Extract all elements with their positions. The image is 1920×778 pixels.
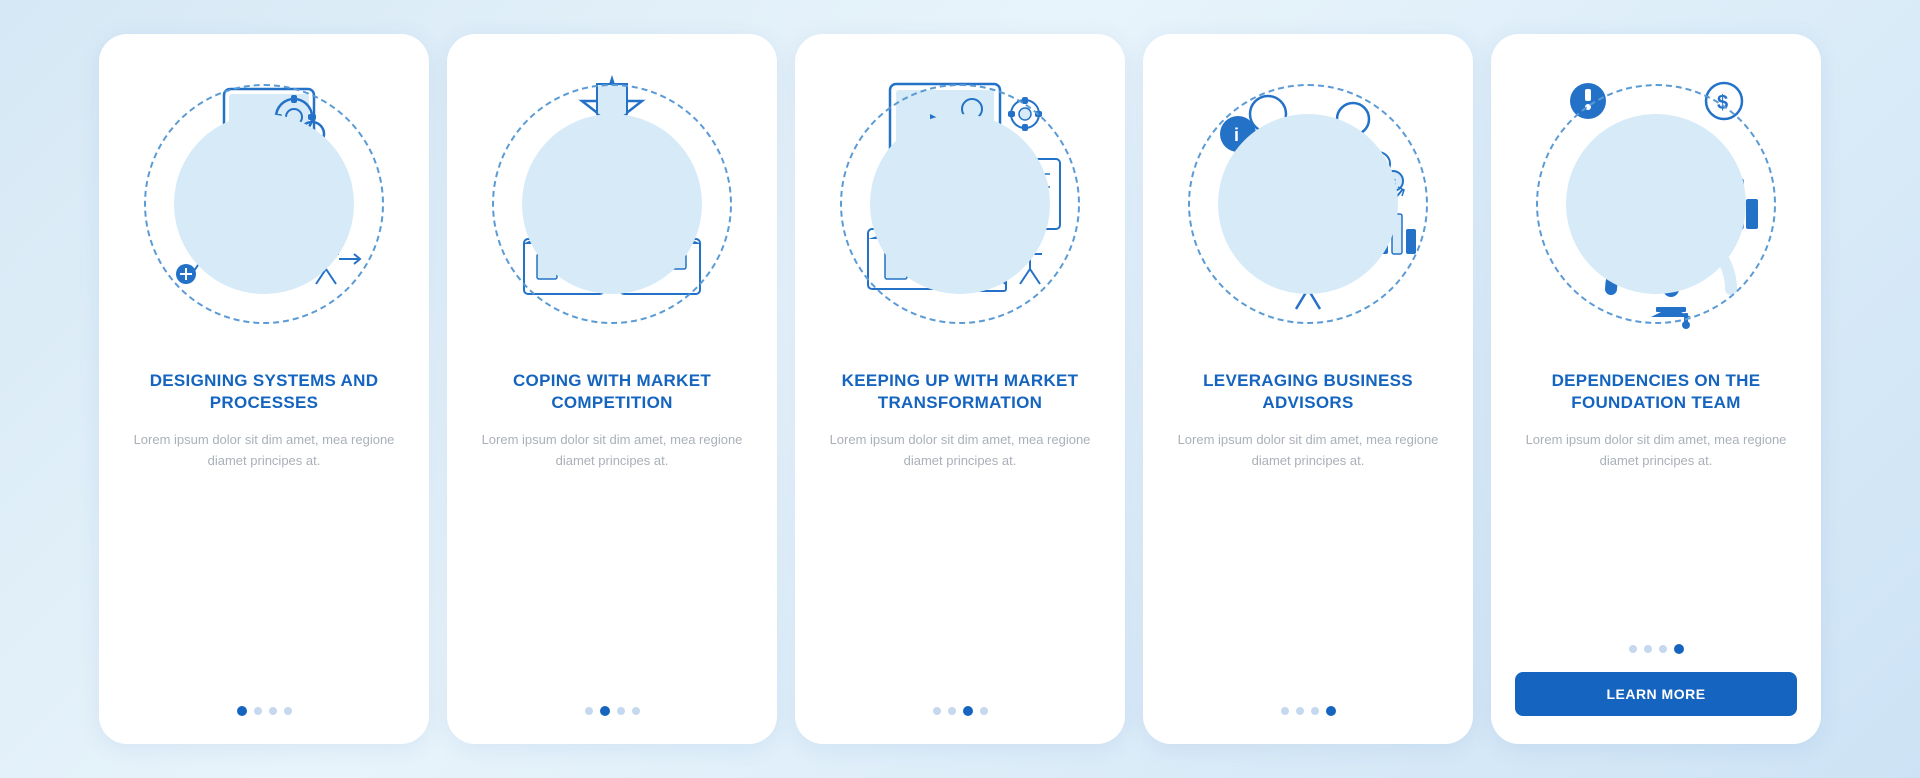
dot-active	[963, 706, 973, 716]
card-business-advisors: i $ $	[1143, 34, 1473, 744]
card-4-desc: Lorem ipsum dolor sit dim amet, mea regi…	[1167, 430, 1449, 472]
dot	[1659, 645, 1667, 653]
dot	[933, 707, 941, 715]
card-market-transformation: KEEPING UP WITH MARKET TRANSFORMATION Lo…	[795, 34, 1125, 744]
card-5-dots	[1629, 626, 1684, 654]
dot	[948, 707, 956, 715]
card-2-dots	[585, 688, 640, 716]
card-designing-systems: DESIGNING SYSTEMS AND PROCESSES Lorem ip…	[99, 34, 429, 744]
dot-active	[1674, 644, 1684, 654]
card-3-title: KEEPING UP WITH MARKET TRANSFORMATION	[819, 370, 1101, 414]
dot	[617, 707, 625, 715]
card-5-illustration: $	[1526, 54, 1786, 354]
dot-active	[600, 706, 610, 716]
dot	[632, 707, 640, 715]
card-4-illustration: i $ $	[1178, 54, 1438, 354]
dot	[1644, 645, 1652, 653]
dot-active	[1326, 706, 1336, 716]
card-coping-competition: VS COPING WITH MARKET COMPETITION Lorem …	[447, 34, 777, 744]
dot	[980, 707, 988, 715]
dot	[1629, 645, 1637, 653]
dot-active	[237, 706, 247, 716]
card-5-desc: Lorem ipsum dolor sit dim amet, mea regi…	[1515, 430, 1797, 472]
card-4-dots	[1281, 688, 1336, 716]
dot	[585, 707, 593, 715]
cards-container: DESIGNING SYSTEMS AND PROCESSES Lorem ip…	[79, 14, 1841, 764]
card-4-title: LEVERAGING BUSINESS ADVISORS	[1167, 370, 1449, 414]
card-1-desc: Lorem ipsum dolor sit dim amet, mea regi…	[123, 430, 405, 472]
card-foundation-team: $	[1491, 34, 1821, 744]
card-3-desc: Lorem ipsum dolor sit dim amet, mea regi…	[819, 430, 1101, 472]
dot	[254, 707, 262, 715]
card-1-illustration	[134, 54, 394, 354]
dot	[1296, 707, 1304, 715]
dot	[1311, 707, 1319, 715]
card-2-illustration: VS	[482, 54, 742, 354]
card-1-title: DESIGNING SYSTEMS AND PROCESSES	[123, 370, 405, 414]
dot	[269, 707, 277, 715]
card-2-desc: Lorem ipsum dolor sit dim amet, mea regi…	[471, 430, 753, 472]
card-3-dots	[933, 688, 988, 716]
dot	[1281, 707, 1289, 715]
card-1-dots	[237, 688, 292, 716]
card-3-illustration	[830, 54, 1090, 354]
card-5-title: DEPENDENCIES ON THE FOUNDATION TEAM	[1515, 370, 1797, 414]
dot	[284, 707, 292, 715]
learn-more-button[interactable]: LEARN MORE	[1515, 672, 1797, 716]
card-2-title: COPING WITH MARKET COMPETITION	[471, 370, 753, 414]
